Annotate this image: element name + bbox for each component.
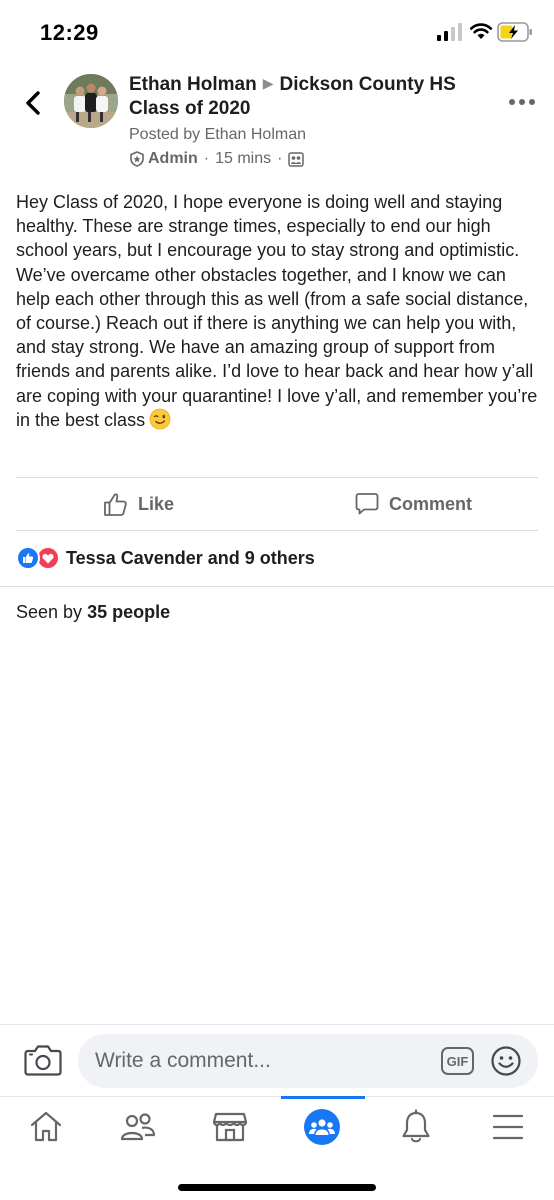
notifications-icon (402, 1109, 430, 1143)
wifi-icon (469, 23, 493, 39)
post-meta: Admin · 15 mins · (129, 148, 305, 170)
battery-charging-icon (497, 22, 532, 42)
group-members-icon (288, 151, 305, 167)
thumbs-up-icon (104, 492, 127, 516)
divider (16, 530, 538, 531)
home-icon (30, 1111, 62, 1142)
like-label: Like (138, 493, 175, 514)
reactions-text: Tessa Cavender and 9 others (66, 547, 315, 568)
friends-icon (120, 1113, 156, 1141)
posted-by-text: Posted by Ethan Holman (129, 126, 306, 143)
comment-icon (355, 493, 379, 515)
more-options-button[interactable] (509, 92, 535, 112)
tab-notifications[interactable] (396, 1107, 436, 1147)
admin-badge-icon (130, 151, 144, 167)
chevron-left-icon (26, 91, 40, 115)
status-bar: 12:29 (0, 0, 554, 64)
reaction-icons (16, 546, 60, 570)
profile-photo-icon (64, 74, 118, 128)
post-body-text: Hey Class of 2020, I hope everyone is do… (16, 192, 538, 430)
more-dot (519, 99, 525, 105)
divider (16, 477, 538, 478)
author-name-link[interactable]: Ethan Holman (129, 74, 257, 95)
emoji-icon[interactable] (490, 1045, 522, 1077)
author-avatar[interactable] (64, 74, 118, 128)
separator-dot: · (277, 150, 283, 167)
tab-marketplace[interactable] (210, 1107, 250, 1147)
reactions-summary[interactable]: Tessa Cavender and 9 others (16, 546, 315, 570)
post-time[interactable]: 15 mins (215, 150, 271, 168)
comment-label: Comment (389, 493, 473, 514)
marketplace-icon (212, 1112, 248, 1142)
winking-face-emoji (149, 408, 171, 430)
seen-by[interactable]: Seen by 35 people (16, 602, 170, 623)
separator-dot: · (203, 150, 210, 167)
more-dot (509, 99, 515, 105)
back-button[interactable] (18, 86, 48, 120)
tab-menu[interactable] (488, 1107, 528, 1147)
camera-icon[interactable] (24, 1042, 62, 1078)
like-button[interactable]: Like (103, 484, 174, 524)
comment-placeholder[interactable]: Write a comment... (95, 1049, 271, 1073)
active-tab-indicator (281, 1096, 365, 1099)
comment-button[interactable]: Comment (355, 484, 472, 524)
admin-label: Admin (148, 150, 198, 167)
more-dot (529, 99, 535, 105)
seen-by-count: 35 people (87, 602, 171, 622)
post-body: Hey Class of 2020, I hope everyone is do… (16, 190, 544, 432)
tab-groups[interactable] (302, 1107, 342, 1147)
signal-icon (437, 23, 462, 41)
status-time: 12:29 (40, 20, 99, 45)
post-title: Ethan Holman ▶ Dickson County HS Class of … (129, 73, 489, 120)
tab-home[interactable] (26, 1107, 66, 1147)
triangle-right-icon: ▶ (262, 75, 274, 91)
seen-by-prefix: Seen by (16, 602, 83, 622)
menu-icon (492, 1114, 524, 1140)
tab-bar (0, 1096, 554, 1200)
divider (0, 586, 554, 587)
home-indicator[interactable] (178, 1184, 376, 1191)
comment-bar: Write a comment... GIF (0, 1024, 554, 1096)
tab-friends[interactable] (118, 1107, 158, 1147)
like-reaction-icon (16, 546, 40, 570)
gif-button[interactable]: GIF (441, 1047, 474, 1075)
groups-icon (304, 1109, 340, 1145)
